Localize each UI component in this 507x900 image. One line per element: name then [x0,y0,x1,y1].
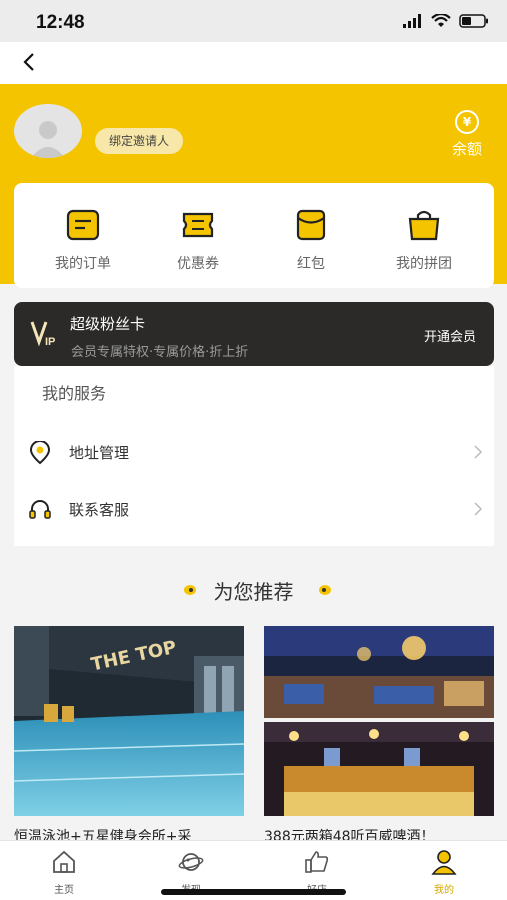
status-bar: 12:48 [0,0,507,42]
back-icon[interactable] [18,50,42,74]
default-avatar-icon [31,121,65,158]
status-icons [403,14,489,28]
vip-card-banner[interactable]: IP 超级粉丝卡 会员专属特权·专属价格·折上折 开通会员 [14,302,494,366]
service-label: 联系客服 [69,501,130,519]
balance-label: 余额 [451,140,482,158]
red-envelope-button[interactable]: 红包 [266,209,356,273]
order-list-icon [66,209,100,241]
decor-dot-icon [319,585,331,595]
vip-logo-icon: IP [30,321,55,348]
order-label: 我的拼团 [396,256,452,272]
coupon-button[interactable]: 优惠券 [153,209,243,273]
balance-button[interactable]: ¥ 余额 [447,110,487,159]
home-icon [53,850,75,873]
recommend-card-pool[interactable]: THE TOP [14,626,244,816]
pool-image: THE TOP [14,626,244,816]
group-buy-button[interactable]: 我的拼团 [379,209,469,273]
vip-subtitle: 会员专属特权·专属价格·折上折 [71,345,249,360]
planet-icon [178,853,204,871]
tab-home[interactable]: 主页 [34,849,94,896]
vip-title: 超级粉丝卡 [70,315,146,333]
location-icon [29,441,51,465]
group-buy-icon [408,210,440,241]
customer-service-row[interactable]: 联系客服 [14,490,494,530]
orders-card: 我的订单 优惠券 红包 我的拼团 [14,183,494,288]
open-membership-button[interactable]: 开通会员 [424,326,476,345]
nav-bar [0,42,507,84]
avatar[interactable] [14,104,82,158]
bar-image [264,626,494,816]
recommend-card-bar[interactable] [264,626,494,816]
home-indicator [161,889,346,895]
svg-text:IP: IP [45,336,55,348]
recommend-name: 恒温泳池+五星健身会所+采 [14,829,192,840]
service-label: 地址管理 [69,444,130,462]
user-icon [431,850,457,875]
yen-icon: ¥ [455,110,479,134]
wifi-icon [431,14,451,27]
chevron-right-icon [474,445,483,459]
coupon-icon [182,212,214,238]
red-envelope-icon [296,209,326,241]
headset-icon [29,500,51,519]
tab-mine[interactable]: 我的 [414,849,474,896]
chevron-right-icon [474,502,483,516]
tab-label: 主页 [54,885,74,896]
services-title: 我的服务 [42,384,107,403]
signal-icon [403,14,421,28]
tab-label: 我的 [434,885,454,896]
my-orders-button[interactable]: 我的订单 [38,209,128,273]
order-label: 我的订单 [55,256,111,272]
recommend-name: 388元两箱48听百威啤酒！ [264,829,435,840]
address-management-row[interactable]: 地址管理 [14,433,494,473]
status-time: 12:48 [36,12,85,33]
recommend-header: 为您推荐 [0,574,507,604]
thumbs-up-icon [305,851,329,873]
bind-inviter-button[interactable]: 绑定邀请人 [95,128,184,154]
order-label: 红包 [297,256,325,272]
order-label: 优惠券 [177,256,219,272]
battery-icon [459,14,488,28]
services-card: 我的服务 地址管理 联系客服 [14,366,494,546]
recommend-title: 为您推荐 [213,580,294,604]
